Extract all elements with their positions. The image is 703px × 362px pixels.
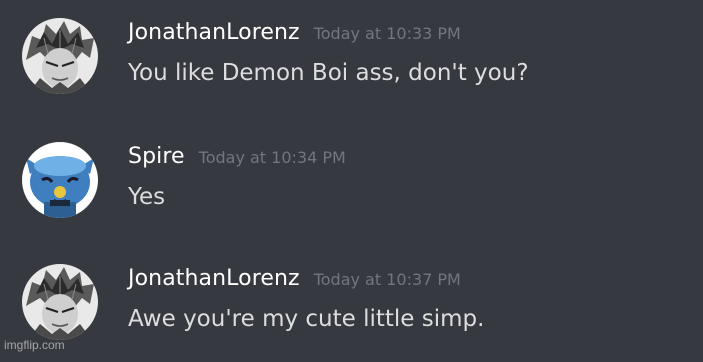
message-header: JonathanLorenz Today at 10:33 PM xyxy=(128,22,461,44)
chat-message: Spire Today at 10:34 PM Yes xyxy=(0,140,703,240)
username[interactable]: JonathanLorenz xyxy=(128,266,300,291)
username[interactable]: Spire xyxy=(128,144,185,169)
watermark: imgflip.com xyxy=(4,338,65,352)
chat-message-list: JonathanLorenz Today at 10:33 PM You like… xyxy=(0,0,703,355)
message-header: JonathanLorenz Today at 10:37 PM xyxy=(128,268,461,290)
avatar[interactable] xyxy=(22,18,98,94)
timestamp: Today at 10:37 PM xyxy=(313,270,461,289)
blue-creature-avatar-icon xyxy=(22,142,98,218)
message-content: Awe you're my cute little simp. xyxy=(128,306,485,332)
timestamp: Today at 10:33 PM xyxy=(313,24,461,43)
avatar[interactable] xyxy=(22,264,98,340)
grayscale-anime-avatar-icon xyxy=(22,264,98,340)
message-content: You like Demon Boi ass, don't you? xyxy=(128,60,529,86)
timestamp: Today at 10:34 PM xyxy=(198,148,346,167)
avatar[interactable] xyxy=(22,142,98,218)
chat-message: JonathanLorenz Today at 10:37 PM Awe you'… xyxy=(0,262,703,362)
grayscale-anime-avatar-icon xyxy=(22,18,98,94)
message-content: Yes xyxy=(128,184,166,210)
message-header: Spire Today at 10:34 PM xyxy=(128,146,346,168)
username[interactable]: JonathanLorenz xyxy=(128,20,300,45)
chat-message: JonathanLorenz Today at 10:33 PM You like… xyxy=(0,16,703,116)
